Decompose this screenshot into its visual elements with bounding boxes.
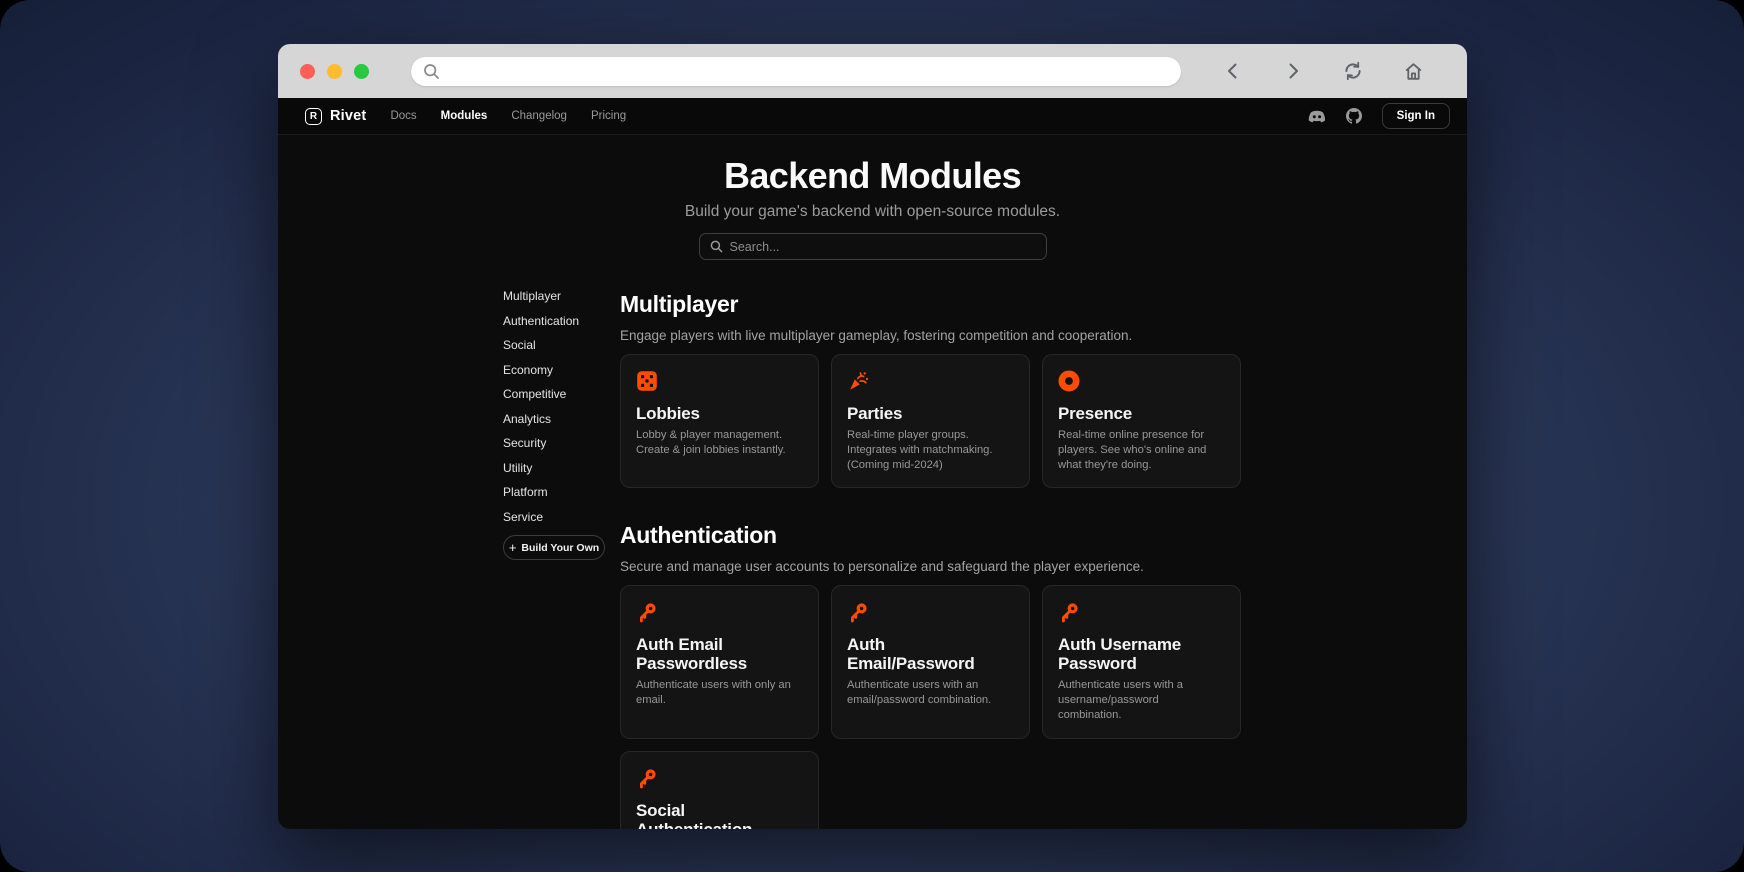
- forward-icon[interactable]: [1263, 53, 1323, 89]
- module-card-title: Auth Email Passwordless: [636, 635, 803, 673]
- search-input[interactable]: [730, 240, 1036, 254]
- section-description: Engage players with live multiplayer gam…: [620, 327, 1242, 344]
- module-card-description: Authenticate users with a username/passw…: [1058, 678, 1225, 722]
- refresh-icon[interactable]: [1323, 53, 1383, 89]
- module-card-title: Lobbies: [636, 404, 803, 423]
- dice-icon: [636, 370, 803, 392]
- content: Multiplayer Authentication Social Econom…: [278, 290, 1467, 829]
- module-card-title: Auth Email/Password: [847, 635, 1014, 673]
- browser-window: R Rivet Docs Modules Changelog Pricing S…: [278, 44, 1467, 829]
- rivet-logo[interactable]: R Rivet: [305, 108, 366, 125]
- nav-link-pricing[interactable]: Pricing: [591, 110, 626, 122]
- search-icon: [423, 63, 440, 80]
- section-multiplayer: Multiplayer Engage players with live mul…: [620, 290, 1242, 488]
- page-content: Backend Modules Build your game's backen…: [278, 135, 1467, 829]
- key-icon: [636, 601, 803, 623]
- github-icon[interactable]: [1346, 108, 1362, 124]
- module-search[interactable]: [699, 233, 1047, 260]
- sign-in-button[interactable]: Sign In: [1382, 103, 1450, 129]
- sidebar-item-competitive[interactable]: Competitive: [503, 388, 620, 400]
- module-card-parties[interactable]: Parties Real-time player groups. Integra…: [831, 354, 1030, 488]
- zoom-window-button[interactable]: [354, 64, 369, 79]
- traffic-lights: [300, 64, 369, 79]
- url-input[interactable]: [448, 64, 1169, 79]
- page-title: Backend Modules: [278, 157, 1467, 195]
- key-icon: [847, 601, 1014, 623]
- key-icon: [1058, 601, 1225, 623]
- page-subtitle: Build your game's backend with open-sour…: [278, 203, 1467, 221]
- section-title: Authentication: [620, 521, 1242, 549]
- module-card-auth-email-passwordless[interactable]: Auth Email Passwordless Authenticate use…: [620, 585, 819, 738]
- plus-icon: +: [509, 543, 517, 553]
- discord-icon[interactable]: [1308, 109, 1326, 124]
- circle-dot-icon: [1058, 370, 1225, 392]
- section-description: Secure and manage user accounts to perso…: [620, 558, 1242, 575]
- site-navbar: R Rivet Docs Modules Changelog Pricing S…: [278, 98, 1467, 135]
- module-card-description: Authenticate users with only an email.: [636, 678, 803, 708]
- home-icon[interactable]: [1383, 53, 1443, 89]
- module-card-description: Real-time online presence for players. S…: [1058, 428, 1225, 472]
- section-authentication: Authentication Secure and manage user ac…: [620, 521, 1242, 829]
- module-card-description: Authenticate users with an email/passwor…: [847, 678, 1014, 708]
- back-icon[interactable]: [1203, 53, 1263, 89]
- sidebar-item-social[interactable]: Social: [503, 339, 620, 351]
- hero: Backend Modules Build your game's backen…: [278, 135, 1467, 260]
- card-grid: Lobbies Lobby & player management. Creat…: [620, 354, 1242, 488]
- module-card-description: Lobby & player management. Create & join…: [636, 428, 803, 458]
- rivet-logo-icon: R: [305, 108, 322, 125]
- key-icon: [636, 767, 803, 789]
- nav-right: Sign In: [1308, 103, 1450, 129]
- sidebar-item-authentication[interactable]: Authentication: [503, 315, 620, 327]
- card-grid: Auth Email Passwordless Authenticate use…: [620, 585, 1242, 829]
- module-card-social-auth-provider[interactable]: Social Authentication Provider Authentic…: [620, 751, 819, 829]
- build-your-own-label: Build Your Own: [521, 542, 599, 554]
- module-card-title: Social Authentication Provider: [636, 801, 803, 829]
- module-card-title: Presence: [1058, 404, 1225, 423]
- nav-links: Docs Modules Changelog Pricing: [390, 110, 626, 122]
- nav-link-changelog[interactable]: Changelog: [511, 110, 567, 122]
- browser-chrome: [278, 44, 1467, 98]
- module-card-presence[interactable]: Presence Real-time online presence for p…: [1042, 354, 1241, 488]
- category-sidebar: Multiplayer Authentication Social Econom…: [503, 290, 620, 829]
- search-icon: [710, 240, 723, 253]
- sidebar-item-multiplayer[interactable]: Multiplayer: [503, 290, 620, 302]
- nav-link-modules[interactable]: Modules: [441, 110, 488, 122]
- sidebar-item-security[interactable]: Security: [503, 437, 620, 449]
- module-card-auth-email-password[interactable]: Auth Email/Password Authenticate users w…: [831, 585, 1030, 738]
- section-title: Multiplayer: [620, 290, 1242, 318]
- module-sections: Multiplayer Engage players with live mul…: [620, 290, 1242, 829]
- browser-toolbar: [1203, 53, 1443, 89]
- module-card-title: Parties: [847, 404, 1014, 423]
- sidebar-item-economy[interactable]: Economy: [503, 364, 620, 376]
- module-card-description: Real-time player groups. Integrates with…: [847, 428, 1014, 472]
- module-card-lobbies[interactable]: Lobbies Lobby & player management. Creat…: [620, 354, 819, 488]
- close-window-button[interactable]: [300, 64, 315, 79]
- module-card-auth-username-password[interactable]: Auth Username Password Authenticate user…: [1042, 585, 1241, 738]
- sidebar-item-service[interactable]: Service: [503, 511, 620, 523]
- minimize-window-button[interactable]: [327, 64, 342, 79]
- url-bar[interactable]: [411, 57, 1181, 86]
- build-your-own-button[interactable]: + Build Your Own: [503, 535, 605, 560]
- module-card-title: Auth Username Password: [1058, 635, 1225, 673]
- sidebar-item-platform[interactable]: Platform: [503, 486, 620, 498]
- sidebar-item-analytics[interactable]: Analytics: [503, 413, 620, 425]
- nav-link-docs[interactable]: Docs: [390, 110, 416, 122]
- brand-name: Rivet: [330, 108, 366, 124]
- party-popper-icon: [847, 370, 1014, 392]
- sidebar-item-utility[interactable]: Utility: [503, 462, 620, 474]
